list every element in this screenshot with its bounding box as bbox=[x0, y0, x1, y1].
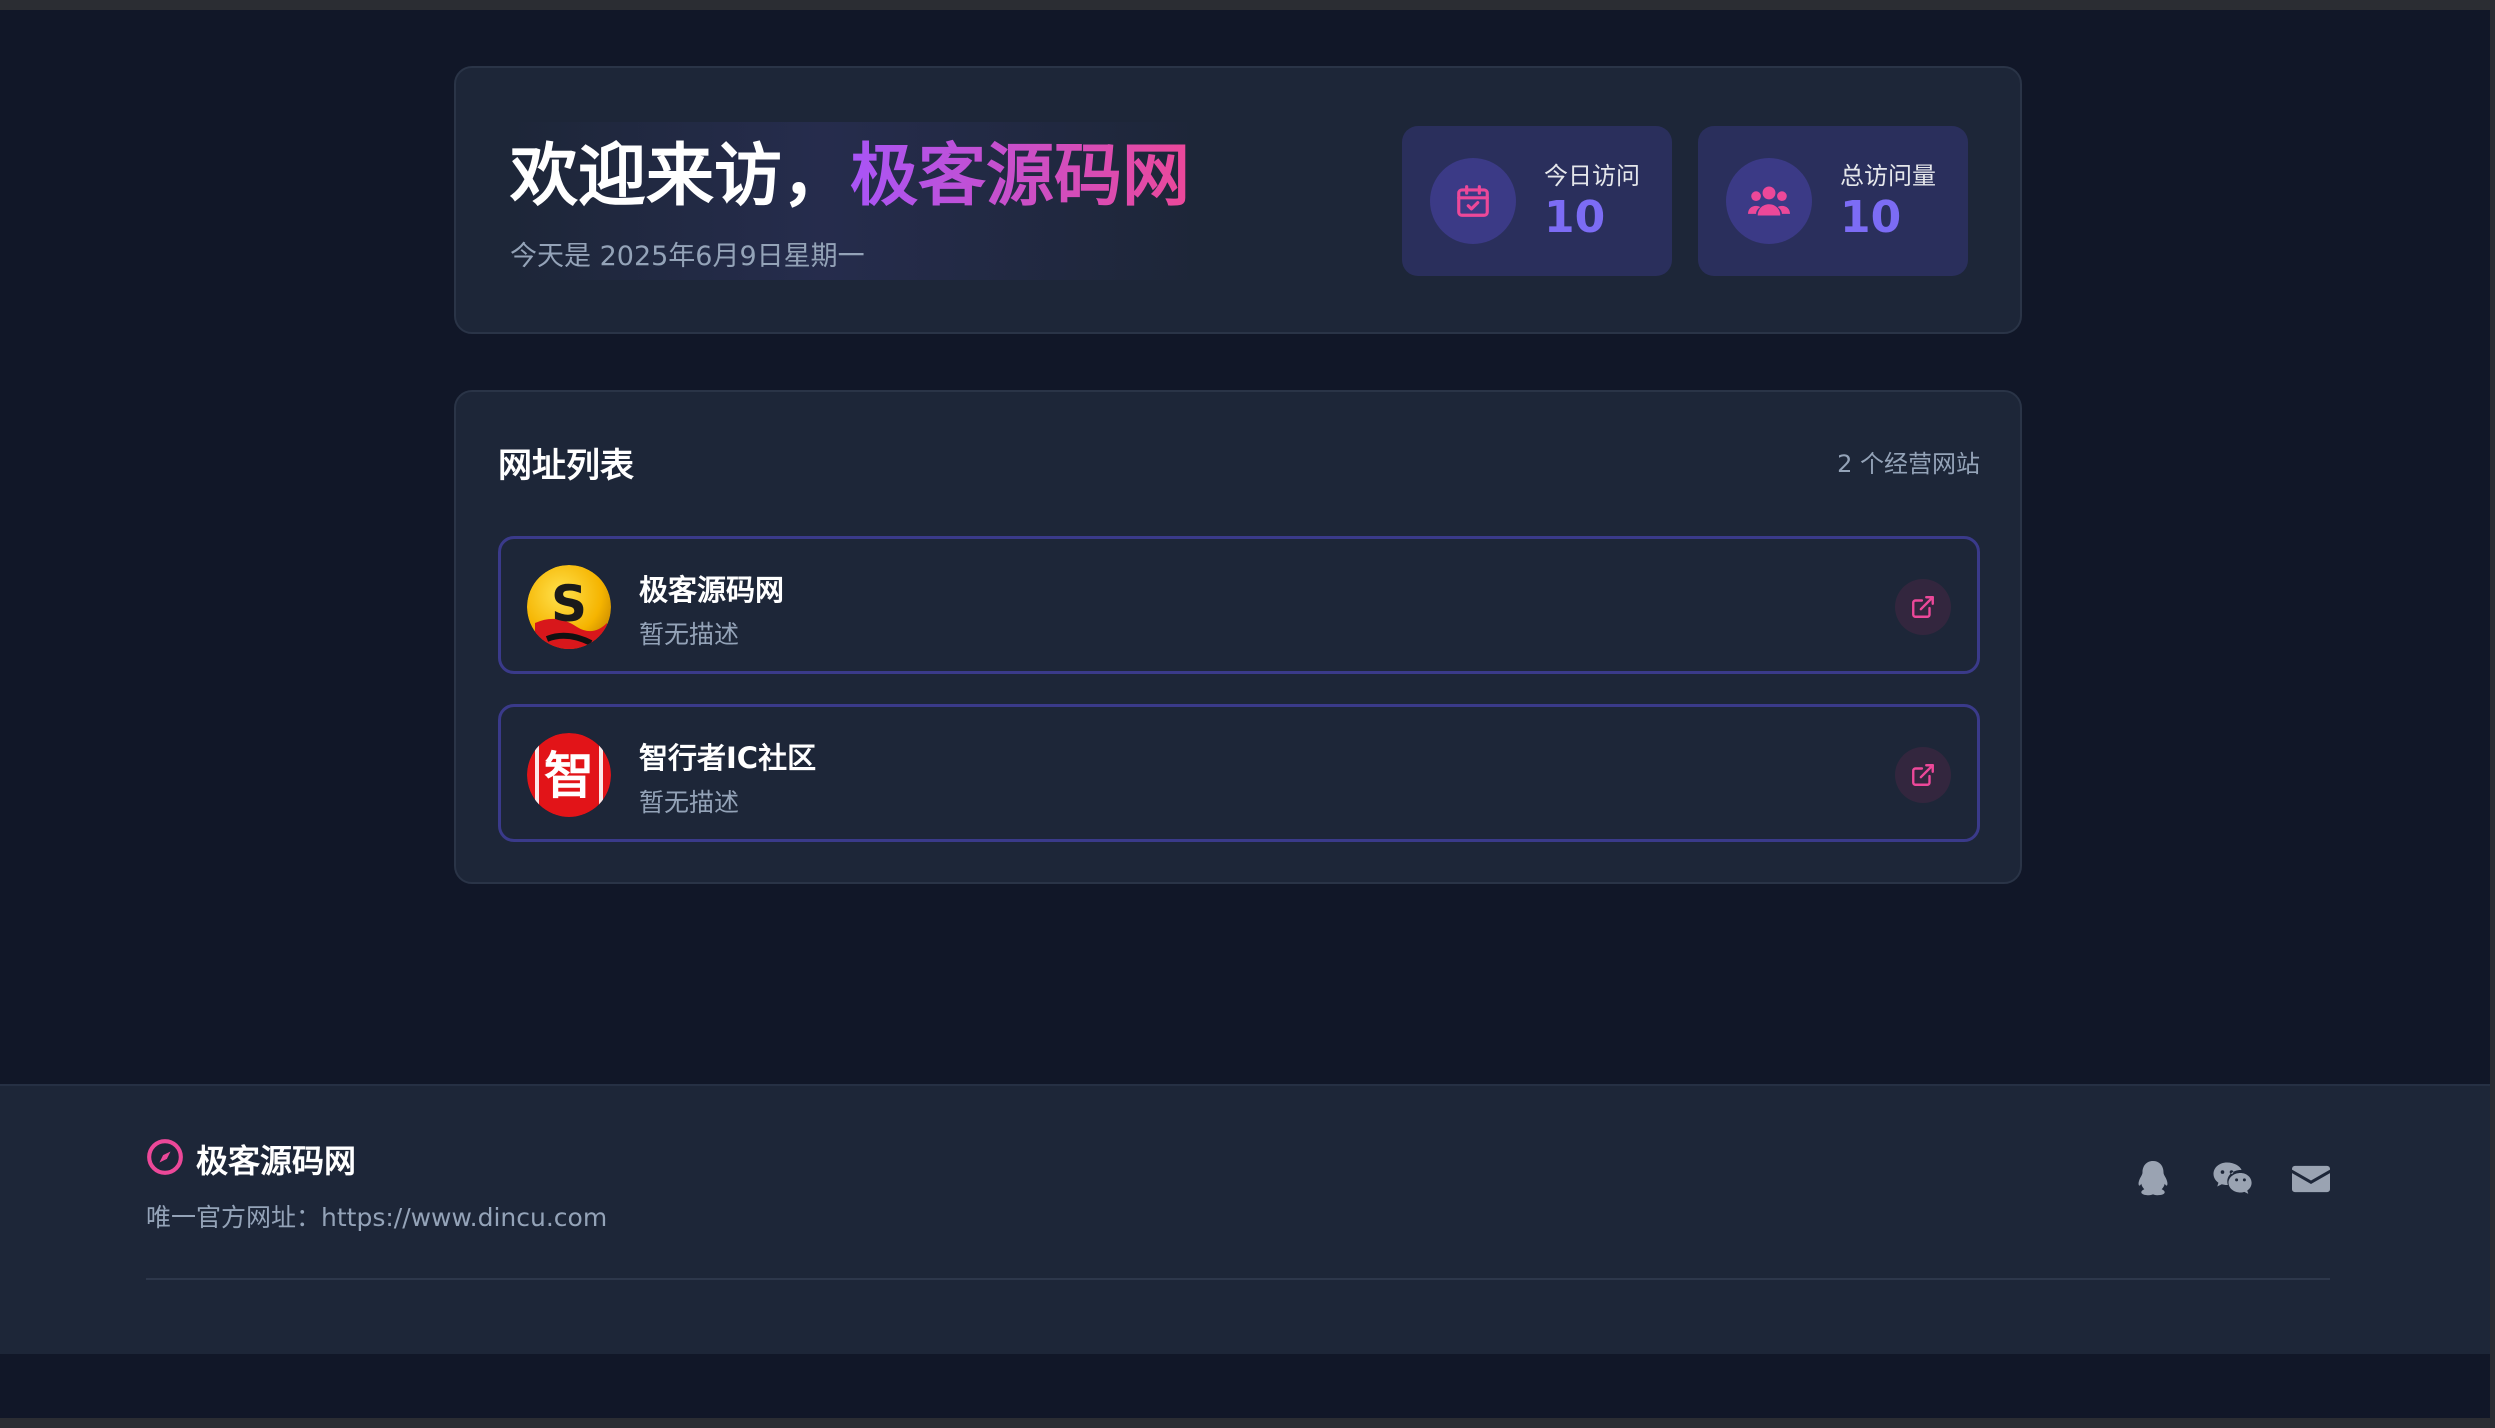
welcome-text-block: 欢迎来访，极客源码网 今天是 2025年6月9日星期一 bbox=[510, 122, 1200, 280]
page-viewport: 欢迎来访，极客源码网 今天是 2025年6月9日星期一 今日访问 10 总访问量… bbox=[0, 10, 2490, 1418]
footer-brand-name: 极客源码网 bbox=[196, 1142, 357, 1180]
qq-icon[interactable] bbox=[2132, 1158, 2174, 1200]
wechat-icon[interactable] bbox=[2212, 1158, 2254, 1200]
footer-official-url: 唯一官方网址：https://www.dincu.com bbox=[146, 1203, 608, 1232]
stat-total-visits: 总访问量 10 bbox=[1698, 126, 1968, 276]
stat-today-label: 今日访问 bbox=[1544, 162, 1640, 190]
footer-brand[interactable]: 极客源码网 bbox=[146, 1136, 356, 1182]
site-desc: 暂无描述 bbox=[639, 788, 740, 817]
site-item[interactable]: S 极客源码网 暂无描述 bbox=[498, 536, 1980, 674]
welcome-brand: 极客源码网 bbox=[850, 137, 1191, 216]
mail-icon[interactable] bbox=[2290, 1158, 2332, 1200]
external-link-icon[interactable] bbox=[1895, 579, 1951, 635]
site-list-title: 网址列表 bbox=[498, 446, 634, 486]
site-name: 极客源码网 bbox=[639, 573, 785, 607]
welcome-date: 今天是 2025年6月9日星期一 bbox=[510, 241, 865, 272]
stat-today-value: 10 bbox=[1544, 192, 1606, 243]
external-link-icon[interactable] bbox=[1895, 747, 1951, 803]
site-desc: 暂无描述 bbox=[639, 620, 740, 649]
site-item[interactable]: 智 智行者IC社区 暂无描述 bbox=[498, 704, 1980, 842]
site-list-count: 2 个经营网站 bbox=[1837, 450, 1980, 478]
site-logo-letter: 智 bbox=[544, 746, 594, 805]
site-name: 智行者IC社区 bbox=[639, 741, 817, 775]
welcome-card: 欢迎来访，极客源码网 今天是 2025年6月9日星期一 今日访问 10 总访问量… bbox=[454, 66, 2022, 334]
welcome-prefix: 欢迎来访， bbox=[510, 137, 851, 216]
compass-icon bbox=[146, 1138, 184, 1180]
stat-total-value: 10 bbox=[1840, 192, 1902, 243]
footer: 极客源码网 唯一官方网址：https://www.dincu.com bbox=[0, 1084, 2490, 1354]
site-logo-geek: S bbox=[527, 565, 611, 649]
site-logo-zhixingzhe: 智 bbox=[527, 733, 611, 817]
site-logo-letter: S bbox=[551, 575, 587, 633]
stat-total-label: 总访问量 bbox=[1840, 162, 1936, 190]
footer-divider bbox=[146, 1278, 2330, 1280]
welcome-title: 欢迎来访，极客源码网 bbox=[510, 132, 1190, 222]
stat-today-visits: 今日访问 10 bbox=[1402, 126, 1672, 276]
users-icon bbox=[1726, 158, 1812, 244]
calendar-check-icon bbox=[1430, 158, 1516, 244]
site-list-card: 网址列表 2 个经营网站 S 极客源码网 暂无描述 智 智行者IC社区 暂无描述 bbox=[454, 390, 2022, 884]
